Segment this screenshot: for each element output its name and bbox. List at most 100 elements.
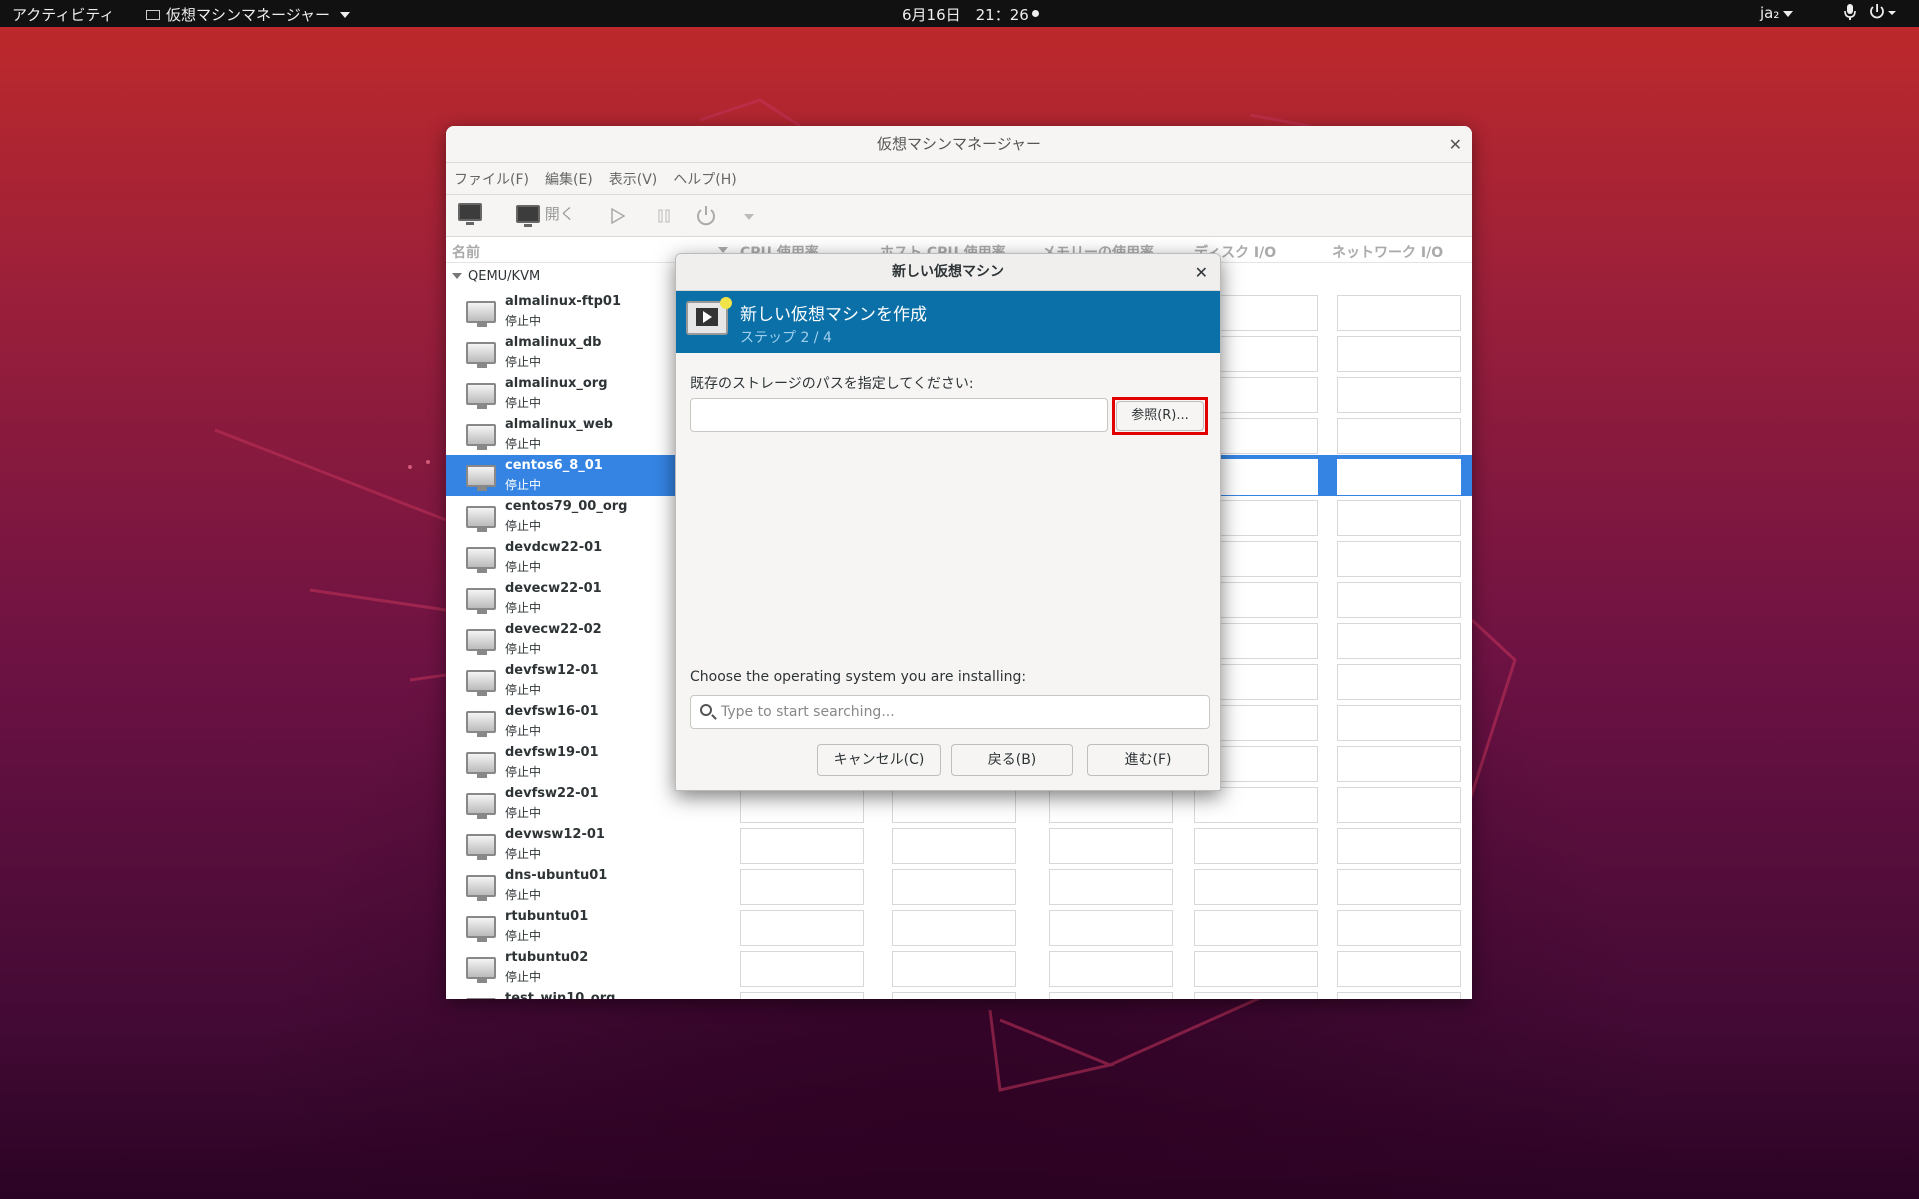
vm-name: almalinux_org: [505, 376, 608, 391]
vm-graph-cell: [1194, 910, 1318, 946]
app-menu-label: 仮想マシンマネージャー: [166, 6, 330, 24]
vm-graph-cell: [1337, 418, 1461, 454]
vm-monitor-icon: [466, 301, 496, 327]
chevron-down-icon: [339, 11, 350, 18]
vm-state: 停止中: [505, 806, 542, 820]
dialog-banner: 新しい仮想マシンを作成 ステップ 2 / 4: [676, 291, 1220, 353]
os-search-box[interactable]: [690, 695, 1210, 729]
app-menu[interactable]: 仮想マシンマネージャー: [146, 4, 350, 25]
vm-graph-cell: [1049, 951, 1173, 987]
menu-help[interactable]: ヘルプ(H): [673, 169, 736, 189]
activities-button[interactable]: アクティビティ: [12, 4, 114, 25]
vm-graph-cell: [1337, 295, 1461, 331]
menu-view[interactable]: 表示(V): [609, 169, 658, 189]
vm-monitor-icon: [466, 875, 496, 901]
power-icon[interactable]: [1868, 3, 1898, 21]
vm-state: 停止中: [505, 314, 542, 328]
vm-name: almalinux_db: [505, 335, 602, 350]
os-search-input[interactable]: [721, 701, 1201, 723]
close-icon[interactable]: ✕: [1195, 254, 1208, 291]
vm-name: rtubuntu01: [505, 909, 589, 924]
vm-graph-cell: [892, 869, 1016, 905]
vm-graph-cell: [1337, 623, 1461, 659]
play-icon[interactable]: [610, 208, 626, 224]
dialog-titlebar[interactable]: 新しい仮想マシン ✕: [676, 254, 1220, 291]
column-network-io[interactable]: ネットワーク I/O: [1332, 242, 1443, 262]
notification-dot-icon: [1032, 10, 1039, 17]
vm-graph-cell: [1337, 459, 1461, 495]
vm-name: devecw22-02: [505, 622, 602, 637]
vm-state: 停止中: [505, 970, 542, 984]
storage-path-label: 既存のストレージのパスを指定してください:: [690, 376, 974, 392]
vm-row[interactable]: devwsw12-01 停止中: [446, 824, 1472, 865]
vm-monitor-icon: [466, 998, 496, 999]
vm-state: 停止中: [505, 601, 542, 615]
clock[interactable]: 6月16日 21：26: [902, 4, 1029, 25]
vm-name: devfsw16-01: [505, 704, 599, 719]
window-titlebar[interactable]: 仮想マシンマネージャー ✕: [446, 126, 1472, 163]
new-vm-icon: [686, 297, 732, 335]
vm-row[interactable]: dns-ubuntu01 停止中: [446, 865, 1472, 906]
vm-name: devfsw12-01: [505, 663, 599, 678]
vm-graph-cell: [1337, 787, 1461, 823]
vm-monitor-icon: [466, 670, 496, 696]
vm-graph-cell: [1337, 992, 1461, 999]
pause-icon[interactable]: [656, 208, 672, 224]
vm-graph-cell: [1194, 787, 1318, 823]
vm-graph-cell: [1194, 828, 1318, 864]
open-button[interactable]: 開く: [516, 203, 575, 227]
chevron-down-icon[interactable]: [744, 214, 754, 220]
vm-graph-cell: [740, 828, 864, 864]
vm-state: 停止中: [505, 765, 542, 779]
open-label: 開く: [544, 205, 575, 223]
back-button[interactable]: 戻る(B): [951, 744, 1073, 776]
vm-graph-cell: [1337, 828, 1461, 864]
menu-file[interactable]: ファイル(F): [454, 169, 529, 189]
menu-edit[interactable]: 編集(E): [545, 169, 593, 189]
new-vm-dialog: 新しい仮想マシン ✕ 新しい仮想マシンを作成 ステップ 2 / 4 既存のストレ…: [675, 253, 1221, 791]
vm-name: almalinux-ftp01: [505, 294, 622, 309]
storage-path-input[interactable]: [690, 398, 1108, 432]
vm-graph-cell: [1049, 910, 1173, 946]
vm-state: 停止中: [505, 478, 542, 492]
forward-button[interactable]: 進む(F): [1087, 744, 1209, 776]
vm-graph-cell: [1337, 910, 1461, 946]
connection-label: QEMU/KVM: [468, 269, 541, 284]
expander-icon[interactable]: [452, 273, 462, 279]
vm-row[interactable]: rtubuntu01 停止中: [446, 906, 1472, 947]
vm-name: dns-ubuntu01: [505, 868, 608, 883]
browse-button[interactable]: 参照(R)...: [1116, 401, 1204, 431]
microphone-icon[interactable]: [1843, 3, 1857, 21]
search-icon: [700, 704, 712, 716]
vm-graph-cell: [1049, 869, 1173, 905]
window-title: 仮想マシンマネージャー: [877, 135, 1041, 153]
chevron-down-icon: [1783, 10, 1794, 17]
vm-state: 停止中: [505, 560, 542, 574]
vm-row[interactable]: rtubuntu02 停止中: [446, 947, 1472, 988]
toolbar: 開く: [446, 195, 1472, 237]
vm-name: devfsw22-01: [505, 786, 599, 801]
vm-state: 停止中: [505, 642, 542, 656]
input-method-indicator[interactable]: ja₂: [1760, 4, 1794, 22]
vm-graph-cell: [1337, 746, 1461, 782]
vm-monitor-icon: [466, 424, 496, 450]
vm-name: devfsw19-01: [505, 745, 599, 760]
vm-graph-cell: [1337, 377, 1461, 413]
banner-title: 新しい仮想マシンを作成: [740, 305, 927, 325]
cancel-button[interactable]: キャンセル(C): [817, 744, 941, 776]
vm-state: 停止中: [505, 355, 542, 369]
vm-state: 停止中: [505, 847, 542, 861]
vm-name: devdcw22-01: [505, 540, 603, 555]
close-icon[interactable]: ✕: [1449, 126, 1462, 163]
vm-monitor-icon: [466, 342, 496, 368]
vm-graph-cell: [892, 992, 1016, 999]
vm-graph-cell: [1337, 336, 1461, 372]
column-name[interactable]: 名前: [452, 242, 480, 262]
vm-state: 停止中: [505, 683, 542, 697]
vm-row[interactable]: test_win10_org停止中: [446, 988, 1472, 999]
power-icon[interactable]: [694, 204, 718, 228]
vm-state: 停止中: [505, 437, 542, 451]
new-vm-button[interactable]: [458, 203, 482, 225]
vm-state: 停止中: [505, 929, 542, 943]
vm-name: rtubuntu02: [505, 950, 589, 965]
